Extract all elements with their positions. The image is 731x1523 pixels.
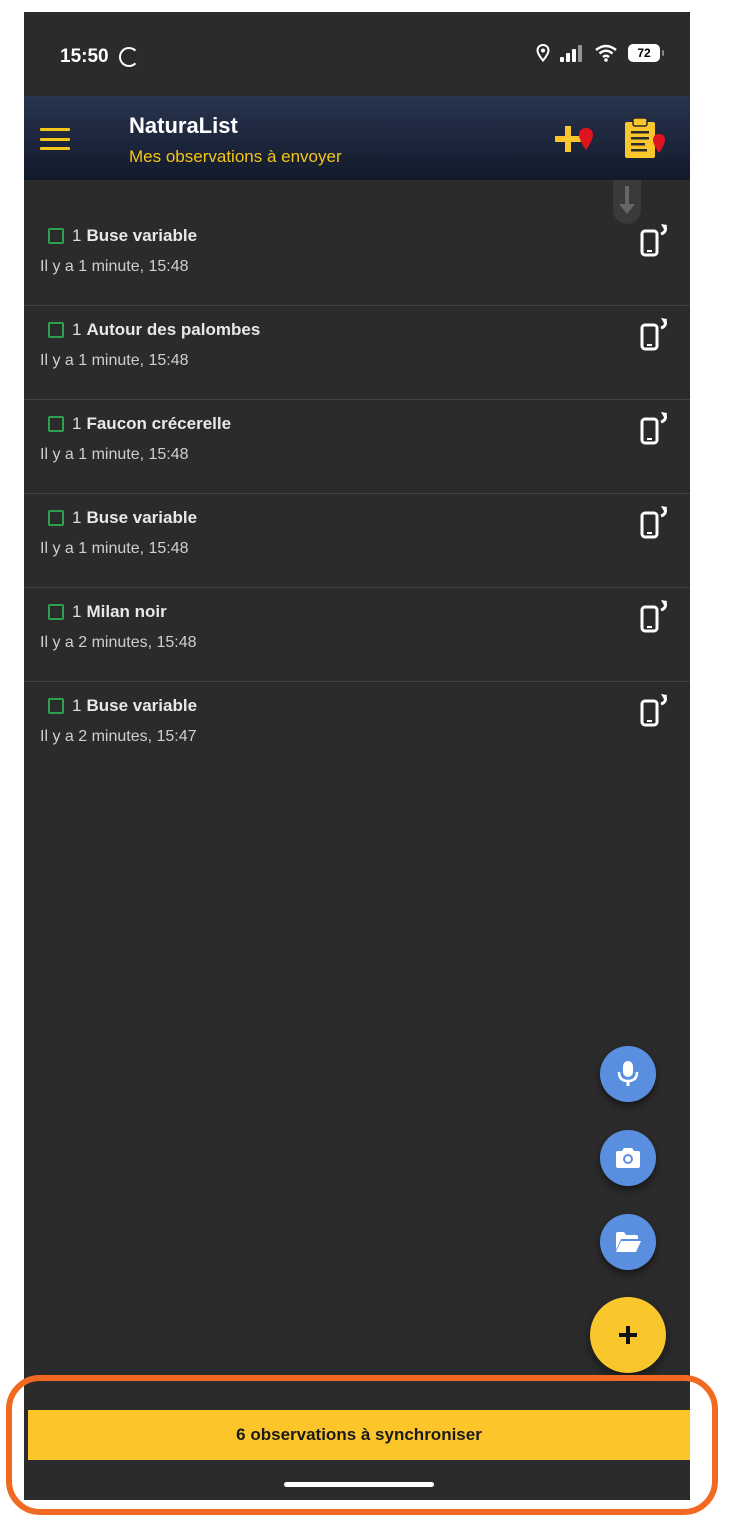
observation-title: 1 Buse variable (48, 226, 197, 246)
microphone-icon (617, 1061, 639, 1086)
observation-count: 1 (72, 602, 82, 621)
observation-species: Buse variable (86, 226, 198, 245)
menu-icon[interactable] (40, 128, 70, 150)
phone-screen: 15:50 72 NaturaList Mes observations à e… (24, 12, 690, 1500)
observation-title: 1 Buse variable (48, 696, 197, 716)
camera-icon (616, 1148, 640, 1168)
phone-sync-icon[interactable] (639, 692, 671, 728)
camera-button[interactable] (600, 1130, 656, 1186)
observation-time: Il y a 1 minute, 15:48 (40, 540, 189, 557)
phone-sync-icon[interactable] (639, 598, 671, 634)
observation-time: Il y a 1 minute, 15:48 (40, 352, 189, 369)
add-observation-button[interactable] (590, 1297, 666, 1373)
signal-icon (560, 44, 584, 62)
observation-title: 1 Faucon crécerelle (48, 414, 231, 434)
checkbox-icon[interactable] (48, 510, 64, 526)
location-icon (536, 44, 550, 62)
checkbox-icon[interactable] (48, 698, 64, 714)
phone-sync-icon[interactable] (639, 504, 671, 540)
app-subtitle: Mes observations à envoyer (129, 147, 342, 166)
app-bar: NaturaList Mes observations à envoyer (24, 96, 690, 180)
plus-icon (619, 1326, 637, 1344)
checkbox-icon[interactable] (48, 604, 64, 620)
status-bar: 15:50 72 (24, 12, 690, 96)
list-item[interactable]: 1 Buse variable Il y a 1 minute, 15:48 (24, 212, 690, 306)
checkbox-icon[interactable] (48, 228, 64, 244)
clipboard-location-icon[interactable] (622, 116, 668, 162)
list-item[interactable]: 1 Autour des palombes Il y a 1 minute, 1… (24, 306, 690, 400)
list-item[interactable]: 1 Buse variable Il y a 1 minute, 15:48 (24, 494, 690, 588)
phone-sync-icon[interactable] (639, 222, 671, 258)
observation-species: Buse variable (86, 696, 198, 715)
status-icons: 72 (536, 44, 664, 62)
observation-count: 1 (72, 320, 82, 339)
status-time: 15:50 (60, 46, 109, 67)
app-title: NaturaList (129, 113, 238, 138)
list-item[interactable]: 1 Buse variable Il y a 2 minutes, 15:47 (24, 682, 690, 776)
observation-time: Il y a 2 minutes, 15:47 (40, 728, 197, 745)
observation-title: 1 Milan noir (48, 602, 167, 622)
observation-title: 1 Buse variable (48, 508, 197, 528)
observation-time: Il y a 2 minutes, 15:48 (40, 634, 197, 651)
observation-count: 1 (72, 226, 82, 245)
observation-species: Milan noir (86, 602, 167, 621)
add-location-icon[interactable] (552, 118, 596, 162)
observation-time: Il y a 1 minute, 15:48 (40, 258, 189, 275)
battery-indicator: 72 (628, 44, 664, 62)
observation-count: 1 (72, 696, 82, 715)
observation-count: 1 (72, 508, 82, 527)
observation-species: Autour des palombes (86, 320, 261, 339)
loading-spinner-icon (119, 47, 139, 67)
home-indicator[interactable] (284, 1482, 434, 1487)
observation-count: 1 (72, 414, 82, 433)
folder-icon (616, 1232, 641, 1252)
list-item[interactable]: 1 Milan noir Il y a 2 minutes, 15:48 (24, 588, 690, 682)
folder-button[interactable] (600, 1214, 656, 1270)
observation-time: Il y a 1 minute, 15:48 (40, 446, 189, 463)
checkbox-icon[interactable] (48, 322, 64, 338)
wifi-icon (595, 44, 617, 62)
checkbox-icon[interactable] (48, 416, 64, 432)
microphone-button[interactable] (600, 1046, 656, 1102)
list-item[interactable]: 1 Faucon crécerelle Il y a 1 minute, 15:… (24, 400, 690, 494)
sync-button[interactable]: 6 observations à synchroniser (28, 1410, 690, 1460)
observation-species: Buse variable (86, 508, 198, 527)
observation-list: 1 Buse variable Il y a 1 minute, 15:48 1… (24, 212, 690, 776)
observation-species: Faucon crécerelle (86, 414, 232, 433)
phone-sync-icon[interactable] (639, 410, 671, 446)
observation-title: 1 Autour des palombes (48, 320, 260, 340)
phone-sync-icon[interactable] (639, 316, 671, 352)
